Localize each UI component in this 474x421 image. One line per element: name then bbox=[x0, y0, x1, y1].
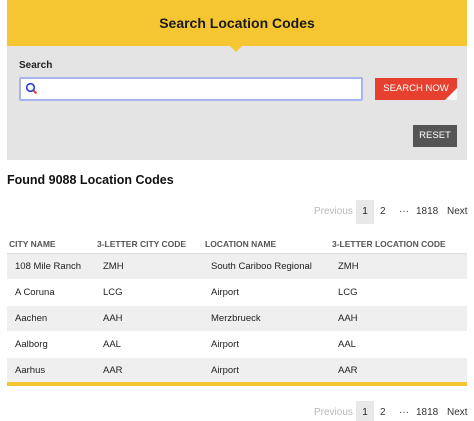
search-input[interactable] bbox=[43, 81, 357, 97]
location-name-cell: Airport bbox=[203, 279, 330, 306]
city-name-cell: Aachen bbox=[7, 305, 95, 332]
table-row: Aarhus AAR Airport AAR bbox=[7, 357, 467, 384]
next-page-link[interactable]: Next bbox=[447, 401, 468, 421]
search-now-label: SEARCH NOW bbox=[383, 83, 449, 94]
table-header-row: CITY NAME 3-LETTER CITY CODE LOCATION NA… bbox=[7, 236, 467, 254]
city-code-cell: ZMH bbox=[95, 253, 203, 280]
table-bottom-rule bbox=[7, 382, 467, 386]
table-row: Aalborg AAL Airport AAL bbox=[7, 331, 467, 358]
location-name-cell: Airport bbox=[203, 331, 330, 358]
search-icon bbox=[25, 82, 38, 95]
location-code-cell: AAR bbox=[330, 357, 467, 384]
results-count-title: Found 9088 Location Codes bbox=[7, 173, 174, 187]
table-row: Aachen AAH Merzbrueck AAH bbox=[7, 305, 467, 332]
location-code-cell: ZMH bbox=[330, 253, 467, 280]
page-link-last[interactable]: 1818 bbox=[416, 200, 438, 224]
pagination-top: Previous 1 2 ··· 1818 Next bbox=[310, 200, 470, 224]
city-name-cell: Aalborg bbox=[7, 331, 95, 358]
header-bar: Search Location Codes bbox=[7, 0, 467, 46]
table-row: A Coruna LCG Airport LCG bbox=[7, 279, 467, 306]
city-code-cell: AAR bbox=[95, 357, 203, 384]
corner-fold-decoration bbox=[445, 88, 457, 100]
location-name-cell: Merzbrueck bbox=[203, 305, 330, 332]
search-now-button[interactable]: SEARCH NOW bbox=[375, 78, 457, 100]
location-code-cell: LCG bbox=[330, 279, 467, 306]
page-link-1[interactable]: 1 bbox=[356, 200, 374, 224]
pagination-bottom: Previous 1 2 ··· 1818 Next bbox=[310, 401, 470, 421]
location-name-cell: South Cariboo Regional bbox=[203, 253, 330, 280]
header-city-name: CITY NAME bbox=[7, 236, 95, 254]
page-link-2[interactable]: 2 bbox=[380, 200, 386, 224]
location-codes-table: CITY NAME 3-LETTER CITY CODE LOCATION NA… bbox=[7, 236, 467, 384]
table-row: 108 Mile Ranch ZMH South Cariboo Regiona… bbox=[7, 253, 467, 280]
page-title: Search Location Codes bbox=[159, 15, 315, 31]
header-city-code: 3-LETTER CITY CODE bbox=[95, 236, 203, 254]
location-code-cell: AAH bbox=[330, 305, 467, 332]
header-location-name: LOCATION NAME bbox=[203, 236, 330, 254]
location-code-cell: AAL bbox=[330, 331, 467, 358]
previous-page-link[interactable]: Previous bbox=[314, 401, 353, 421]
page-link-2[interactable]: 2 bbox=[380, 401, 386, 421]
header-location-code: 3-LETTER LOCATION CODE bbox=[330, 236, 467, 254]
reset-button[interactable]: RESET bbox=[413, 125, 457, 147]
search-input-wrapper[interactable] bbox=[19, 77, 363, 101]
city-name-cell: 108 Mile Ranch bbox=[7, 253, 95, 280]
city-code-cell: AAL bbox=[95, 331, 203, 358]
previous-page-link[interactable]: Previous bbox=[314, 200, 353, 224]
page-link-1[interactable]: 1 bbox=[356, 401, 374, 421]
pagination-ellipsis: ··· bbox=[399, 407, 409, 418]
page-link-last[interactable]: 1818 bbox=[416, 401, 438, 421]
location-name-cell: Airport bbox=[203, 357, 330, 384]
header-arrow-decoration bbox=[230, 46, 242, 52]
next-page-link[interactable]: Next bbox=[447, 200, 468, 224]
city-code-cell: LCG bbox=[95, 279, 203, 306]
city-code-cell: AAH bbox=[95, 305, 203, 332]
city-name-cell: A Coruna bbox=[7, 279, 95, 306]
city-name-cell: Aarhus bbox=[7, 357, 95, 384]
pagination-ellipsis: ··· bbox=[399, 206, 409, 217]
search-label: Search bbox=[19, 60, 53, 71]
search-panel: Search SEARCH NOW RESET bbox=[7, 46, 467, 160]
